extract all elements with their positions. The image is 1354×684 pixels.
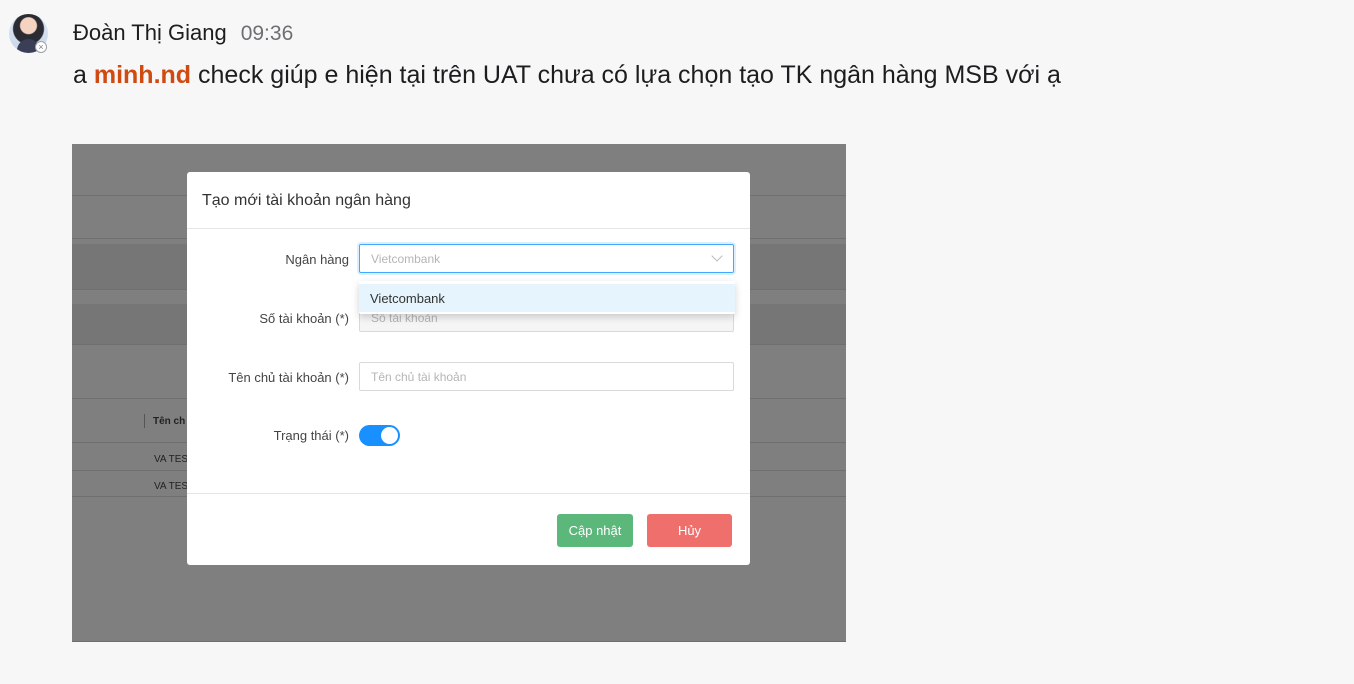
- message-prefix: a: [73, 61, 87, 89]
- account-holder-placeholder: Tên chủ tài khoản: [371, 370, 467, 384]
- modal-footer-divider: [187, 493, 750, 494]
- dropdown-option-vietcombank[interactable]: Vietcombank: [359, 284, 735, 312]
- bank-label: Ngân hàng: [285, 252, 349, 267]
- bg-table-cell: VA TES: [154, 454, 189, 465]
- attached-screenshot[interactable]: Tên ch VA TES VA TES Tạo mới tài khoản n…: [72, 144, 846, 642]
- bank-select-placeholder: Vietcombank: [371, 252, 441, 266]
- sender-name[interactable]: Đoàn Thị Giang: [73, 20, 227, 45]
- message-header: Đoàn Thị Giang 09:36: [73, 20, 293, 46]
- dropdown-option-label: Vietcombank: [370, 291, 445, 306]
- message-body: check giúp e hiện tại trên UAT chưa có l…: [198, 61, 1061, 89]
- account-holder-input[interactable]: Tên chủ tài khoản: [359, 362, 734, 391]
- toggle-knob: [381, 427, 398, 444]
- bg-column-header: Tên ch: [153, 416, 186, 427]
- create-bank-account-modal: Tạo mới tài khoản ngân hàng Ngân hàng Vi…: [187, 172, 750, 565]
- update-button[interactable]: Cập nhật: [557, 514, 633, 547]
- bank-select[interactable]: Vietcombank: [359, 244, 734, 273]
- message-text: a minh.nd check giúp e hiện tại trên UAT…: [73, 61, 1061, 90]
- cancel-button[interactable]: Hủy: [647, 514, 732, 547]
- account-holder-label: Tên chủ tài khoản (*): [228, 370, 349, 385]
- status-toggle[interactable]: [359, 425, 400, 446]
- modal-header-divider: [187, 228, 750, 229]
- status-label: Trạng thái (*): [273, 428, 349, 443]
- status-away-icon: ×: [35, 41, 47, 53]
- chevron-down-icon: [711, 250, 723, 262]
- modal-title: Tạo mới tài khoản ngân hàng: [202, 192, 411, 209]
- bg-divider: [72, 641, 846, 642]
- bank-dropdown-menu: Vietcombank: [359, 281, 735, 314]
- bg-column-separator: [144, 414, 145, 428]
- account-number-label: Số tài khoản (*): [259, 311, 349, 326]
- message-time: 09:36: [240, 22, 294, 45]
- user-mention[interactable]: minh.nd: [94, 61, 191, 89]
- bg-table-cell: VA TES: [154, 481, 189, 492]
